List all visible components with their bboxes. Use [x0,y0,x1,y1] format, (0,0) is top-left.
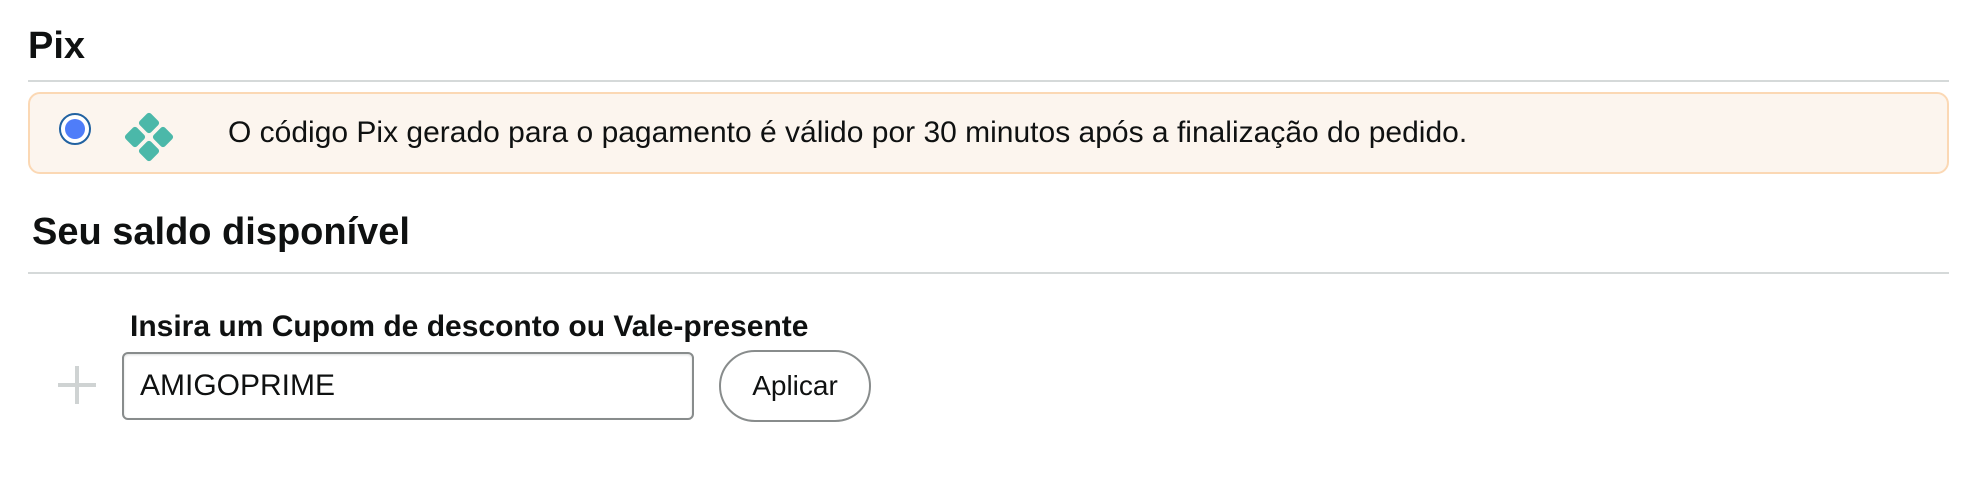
pix-radio-button[interactable] [59,113,91,145]
divider [28,80,1949,82]
coupon-input[interactable] [122,352,694,420]
balance-section-title: Seu saldo disponível [32,211,410,253]
radio-selected-dot [65,119,85,139]
apply-button[interactable]: Aplicar [719,350,871,422]
coupon-label: Insira um Cupom de desconto ou Vale-pres… [130,310,809,343]
pix-section-title: Pix [28,25,86,67]
pix-icon [124,112,174,162]
plus-icon[interactable] [58,366,96,404]
pix-payment-option[interactable]: O código Pix gerado para o pagamento é v… [28,92,1949,174]
divider [28,272,1949,274]
payment-page: Pix O código Pix gerado para o pagamento… [0,0,1977,500]
pix-description: O código Pix gerado para o pagamento é v… [228,116,1468,149]
